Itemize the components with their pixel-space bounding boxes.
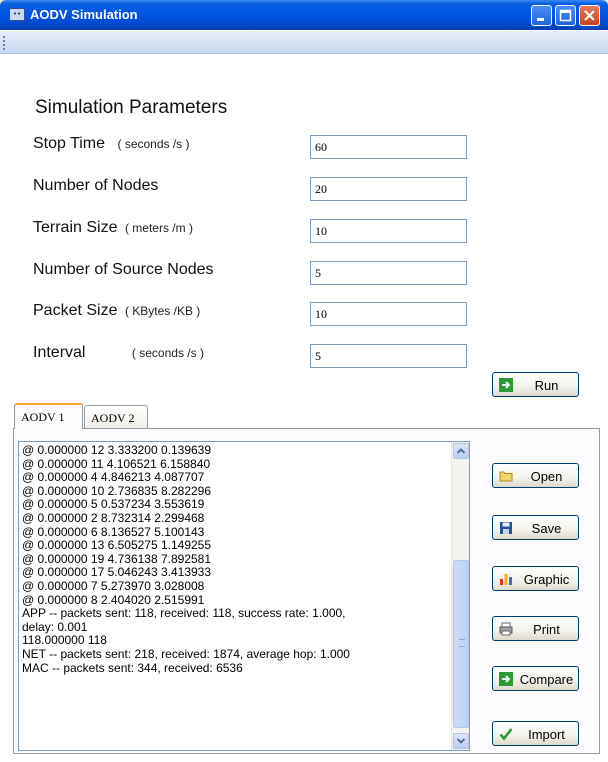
scroll-up-button[interactable] xyxy=(453,443,469,459)
simulation-log[interactable]: @ 0.000000 12 3.333200 0.139639 @ 0.00000… xyxy=(18,441,470,751)
print-button[interactable]: Print xyxy=(492,616,579,641)
folder-icon xyxy=(499,471,513,482)
menu-grip[interactable] xyxy=(3,36,6,50)
tab-aodv-1[interactable]: AODV 1 xyxy=(14,403,83,429)
import-button[interactable]: Import xyxy=(492,721,579,746)
print-button-label: Print xyxy=(533,622,560,637)
packet-size-unit: ( KBytes /KB ) xyxy=(124,304,201,318)
stop-time-unit: ( seconds /s ) xyxy=(117,137,190,151)
graphic-button[interactable]: Graphic xyxy=(492,566,579,591)
terrain-size-label-text: Terrain Size xyxy=(33,219,118,236)
number-of-nodes-label: Number of Nodes xyxy=(33,177,158,195)
packet-size-label: Packet Size ( KBytes /KB ) xyxy=(33,302,200,320)
log-line: @ 0.000000 5 0.537234 3.553619 xyxy=(22,497,205,512)
tab-aodv-2[interactable]: AODV 2 xyxy=(84,405,148,429)
log-line: @ 0.000000 17 5.046243 3.413933 xyxy=(22,565,212,580)
run-button[interactable]: Run xyxy=(492,372,579,397)
interval-label: Interval ( seconds /s ) xyxy=(33,344,204,362)
stop-time-label: Stop Time ( seconds /s ) xyxy=(33,135,190,153)
open-button[interactable]: Open xyxy=(492,463,579,488)
terrain-size-input[interactable]: 10 xyxy=(310,219,467,243)
parameters-heading: Simulation Parameters xyxy=(35,97,228,118)
stop-time-label-text: Stop Time xyxy=(33,135,106,152)
log-line: @ 0.000000 11 4.106521 6.158840 xyxy=(22,456,211,471)
packet-size-label-text: Packet Size xyxy=(33,302,118,319)
maximize-button[interactable] xyxy=(555,5,576,26)
scroll-down-button[interactable] xyxy=(453,733,469,749)
log-line: @ 0.000000 12 3.333200 0.139639 xyxy=(22,443,212,457)
compare-button-label: Compare xyxy=(519,672,574,687)
minimize-icon xyxy=(537,18,544,21)
log-line: NET -- packets sent: 218, received: 1874… xyxy=(22,646,350,661)
menu-strip xyxy=(0,31,608,54)
log-scrollbar[interactable] xyxy=(451,442,469,750)
log-text: @ 0.000000 12 3.333200 0.139639 @ 0.00000… xyxy=(22,443,450,675)
source-nodes-input[interactable]: 5 xyxy=(310,261,467,285)
maximize-icon xyxy=(559,9,572,22)
compare-arrow-icon xyxy=(499,672,513,686)
save-button[interactable]: Save xyxy=(492,515,579,540)
close-icon xyxy=(584,10,595,21)
log-line: @ 0.000000 4 4.846213 4.087707 xyxy=(22,470,205,485)
log-line: APP -- packets sent: 118, received: 118,… xyxy=(22,606,346,621)
interval-input[interactable]: 5 xyxy=(310,344,467,368)
scroll-thumb[interactable] xyxy=(453,560,469,728)
run-button-label: Run xyxy=(534,378,559,393)
save-button-label: Save xyxy=(531,521,562,536)
log-line: @ 0.000000 19 4.736138 7.892581 xyxy=(22,551,212,566)
run-arrow-icon xyxy=(499,378,513,392)
app-window: •• AODV Simulation Simulation Parameters… xyxy=(0,0,608,762)
title-bar[interactable]: •• AODV Simulation xyxy=(0,0,608,30)
printer-icon xyxy=(499,622,513,636)
log-line: @ 0.000000 7 5.273970 3.028008 xyxy=(22,578,205,593)
packet-size-input[interactable]: 10 xyxy=(310,302,467,326)
menu-bar xyxy=(0,30,608,67)
interval-label-text: Interval xyxy=(33,344,86,361)
log-line: delay: 0.001 xyxy=(22,619,88,634)
import-button-label: Import xyxy=(528,727,565,742)
source-nodes-label: Number of Source Nodes xyxy=(33,261,214,279)
log-line: @ 0.000000 8 2.404020 2.515991 xyxy=(22,592,205,607)
terrain-size-label: Terrain Size ( meters /m ) xyxy=(33,219,193,237)
log-line: @ 0.000000 6 8.136527 5.100143 xyxy=(22,524,205,539)
graphic-button-label: Graphic xyxy=(523,572,570,587)
checkmark-icon xyxy=(499,728,513,741)
log-line: @ 0.000000 2 8.732314 2.299468 xyxy=(22,510,205,525)
minimize-button[interactable] xyxy=(531,5,552,26)
bar-chart-icon xyxy=(500,574,512,585)
log-line: 118.000000 118 xyxy=(22,633,107,648)
log-line: @ 0.000000 13 6.505275 1.149255 xyxy=(22,538,212,553)
chevron-up-icon xyxy=(456,448,466,454)
floppy-disk-icon xyxy=(500,522,512,534)
stop-time-input[interactable]: 60 xyxy=(310,135,467,159)
terrain-size-unit: ( meters /m ) xyxy=(124,221,193,235)
network-icon: •• xyxy=(9,8,25,21)
interval-unit: ( seconds /s ) xyxy=(131,346,204,360)
chevron-down-icon xyxy=(456,738,466,744)
compare-button[interactable]: Compare xyxy=(492,666,579,691)
source-nodes-label-text: Number of Source Nodes xyxy=(33,261,214,278)
number-of-nodes-input[interactable]: 20 xyxy=(310,177,467,201)
log-line: @ 0.000000 10 2.736835 8.282296 xyxy=(22,483,212,498)
number-of-nodes-label-text: Number of Nodes xyxy=(33,177,159,194)
close-button[interactable] xyxy=(579,5,600,26)
log-line: MAC -- packets sent: 344, received: 6536 xyxy=(22,660,243,675)
window-title: AODV Simulation xyxy=(30,7,138,22)
open-button-label: Open xyxy=(530,469,563,484)
